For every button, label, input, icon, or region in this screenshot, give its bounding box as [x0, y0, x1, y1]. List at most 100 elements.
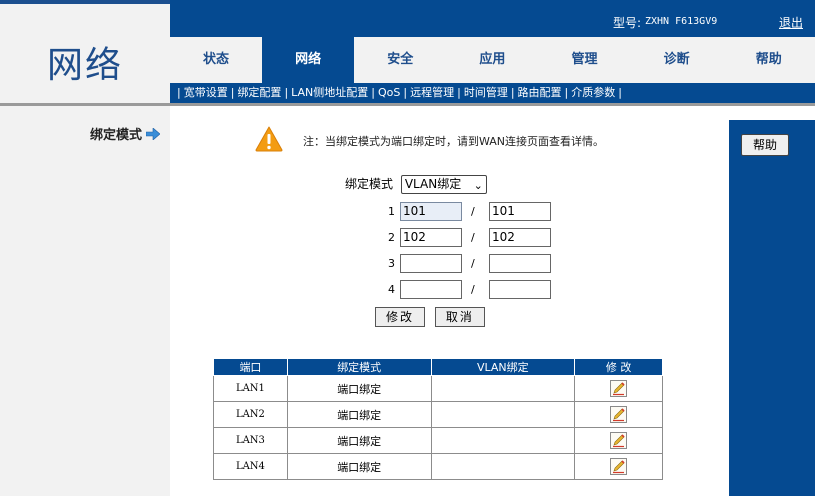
edit-cell — [574, 375, 663, 402]
subnav-separator: | — [284, 86, 289, 99]
tab-help[interactable]: 帮助 — [723, 37, 815, 83]
tab-application[interactable]: 应用 — [446, 37, 538, 83]
sidebar-item-label: 绑定模式 — [89, 128, 142, 143]
modify-button[interactable]: 修改 — [375, 307, 426, 327]
edit-icon[interactable] — [610, 432, 628, 449]
main-content: 注：当绑定模式为端口绑定时，请到WAN连接页面查看详情。 绑定模式 VLAN绑定… — [185, 116, 714, 496]
vlan-4-left-input[interactable] — [400, 280, 462, 299]
logout-link[interactable]: 退出 — [779, 14, 803, 31]
tab-security[interactable]: 安全 — [354, 37, 446, 83]
cancel-button[interactable]: 取消 — [434, 307, 485, 327]
mode-cell: 端口绑定 — [286, 453, 432, 480]
subnav-remote-management[interactable]: 远程管理 — [410, 86, 454, 99]
vlan-4-right-input[interactable] — [489, 280, 551, 299]
binding-mode-label: 绑定模式 — [345, 177, 394, 191]
table-row: LAN4 端口绑定 — [213, 453, 663, 480]
binding-mode-row: 绑定模式 VLAN绑定 ⌄ — [345, 175, 487, 194]
edit-icon[interactable] — [610, 380, 628, 397]
edit-icon[interactable] — [610, 406, 628, 423]
warning-icon — [255, 126, 283, 152]
column-header-vlan: VLAN绑定 — [430, 358, 576, 376]
mode-cell: 端口绑定 — [286, 427, 432, 454]
sidebar-item-binding-mode[interactable]: 绑定模式 — [0, 124, 160, 143]
subnav-separator: | — [230, 86, 235, 99]
binding-table: 端口 绑定模式 VLAN绑定 修 改 LAN1 端口绑定 LAN2 端口绑定 L… — [213, 358, 663, 480]
column-header-port: 端口 — [213, 358, 288, 376]
subnav-separator: | — [564, 86, 569, 99]
table-row: LAN3 端口绑定 — [213, 427, 663, 454]
left-column: 网络 绑定模式 — [0, 0, 170, 496]
subnav-separator: | — [510, 86, 515, 99]
vlan-slash: / — [471, 205, 475, 218]
vlan-row-3: 3 / — [381, 254, 551, 274]
port-cell: LAN2 — [213, 401, 288, 428]
vlan-cell — [430, 401, 576, 428]
edit-cell — [574, 427, 663, 454]
subnav-separator: | — [618, 86, 622, 99]
table-row: LAN2 端口绑定 — [213, 401, 663, 428]
sub-navigation: | 宽带设置 | 绑定配置 | LAN侧地址配置 | QoS | 远程管理 | 时间管理 | 路由配置 | 介… — [170, 83, 815, 103]
subnav-media-params[interactable]: 介质参数 — [571, 86, 615, 99]
vlan-3-right-input[interactable] — [489, 254, 551, 273]
header-top-bar: 型号: ZXHN F613GV9 退出 — [170, 4, 815, 37]
table-row: LAN1 端口绑定 — [213, 375, 663, 402]
vlan-row-index: 2 — [388, 231, 395, 244]
subnav-qos[interactable]: QoS — [378, 86, 400, 99]
vlan-2-left-input[interactable]: 102 — [400, 228, 462, 247]
vlan-3-left-input[interactable] — [400, 254, 462, 273]
subnav-separator: | — [403, 86, 408, 99]
vlan-2-right-input[interactable]: 102 — [489, 228, 551, 247]
tab-management[interactable]: 管理 — [539, 37, 631, 83]
vlan-cell — [430, 453, 576, 480]
chevron-down-icon: ⌄ — [473, 179, 483, 192]
edit-cell — [574, 453, 663, 480]
vlan-slash: / — [471, 257, 475, 270]
vlan-row-4: 4 / — [381, 280, 551, 300]
help-button[interactable]: 帮助 — [741, 134, 789, 156]
vlan-slash: / — [471, 283, 475, 296]
subnav-binding[interactable]: 绑定配置 — [237, 86, 281, 99]
vlan-1-left-input[interactable]: 101 — [400, 202, 462, 221]
subnav-routing[interactable]: 路由配置 — [518, 86, 562, 99]
binding-mode-value: VLAN绑定 — [404, 177, 462, 191]
left-top-band — [0, 0, 170, 4]
subnav-time-management[interactable]: 时间管理 — [464, 86, 508, 99]
model-label: 型号: — [612, 16, 641, 30]
mode-cell: 端口绑定 — [286, 401, 432, 428]
tab-status[interactable]: 状态 — [170, 37, 262, 83]
help-panel: 帮助 — [729, 120, 815, 496]
brand-title: 网络 — [46, 45, 123, 86]
left-separator — [0, 103, 170, 106]
edit-cell — [574, 401, 663, 428]
warning-note: 注：当绑定模式为端口绑定时，请到WAN连接页面查看详情。 — [255, 124, 695, 156]
mode-cell: 端口绑定 — [286, 375, 432, 402]
model-value: ZXHN F613GV9 — [645, 16, 718, 27]
vlan-cell — [430, 375, 576, 402]
vlan-row-1: 1 101 / 101 — [381, 202, 551, 222]
port-cell: LAN1 — [213, 375, 288, 402]
header: 型号: ZXHN F613GV9 退出 状态 网络 安全 应用 管理 诊断 帮助… — [170, 0, 815, 106]
subnav-separator: | — [371, 86, 376, 99]
subnav-broadband[interactable]: 宽带设置 — [184, 86, 228, 99]
vlan-slash: / — [471, 231, 475, 244]
main-tabs: 状态 网络 安全 应用 管理 诊断 帮助 — [170, 37, 815, 83]
subnav-separator: | — [177, 86, 181, 99]
subnav-separator: | — [457, 86, 461, 99]
vlan-1-right-input[interactable]: 101 — [489, 202, 551, 221]
form-buttons: 修改 取消 — [375, 307, 491, 327]
vlan-row-index: 1 — [388, 205, 395, 218]
column-header-edit: 修 改 — [574, 358, 663, 376]
vlan-row-index: 4 — [388, 283, 395, 296]
binding-mode-select[interactable]: VLAN绑定 ⌄ — [400, 175, 487, 194]
subnav-lan-address[interactable]: LAN侧地址配置 — [291, 86, 368, 99]
note-text: 注：当绑定模式为端口绑定时，请到WAN连接页面查看详情。 — [303, 135, 605, 148]
header-bottom-border — [170, 103, 815, 106]
vlan-cell — [430, 427, 576, 454]
port-cell: LAN4 — [213, 453, 288, 480]
table-header-row: 端口 绑定模式 VLAN绑定 修 改 — [213, 358, 663, 376]
vlan-row-2: 2 102 / 102 — [381, 228, 551, 248]
tab-network[interactable]: 网络 — [262, 37, 355, 83]
edit-icon[interactable] — [610, 458, 628, 475]
tab-diagnostics[interactable]: 诊断 — [631, 37, 723, 83]
arrow-right-icon — [146, 128, 160, 140]
